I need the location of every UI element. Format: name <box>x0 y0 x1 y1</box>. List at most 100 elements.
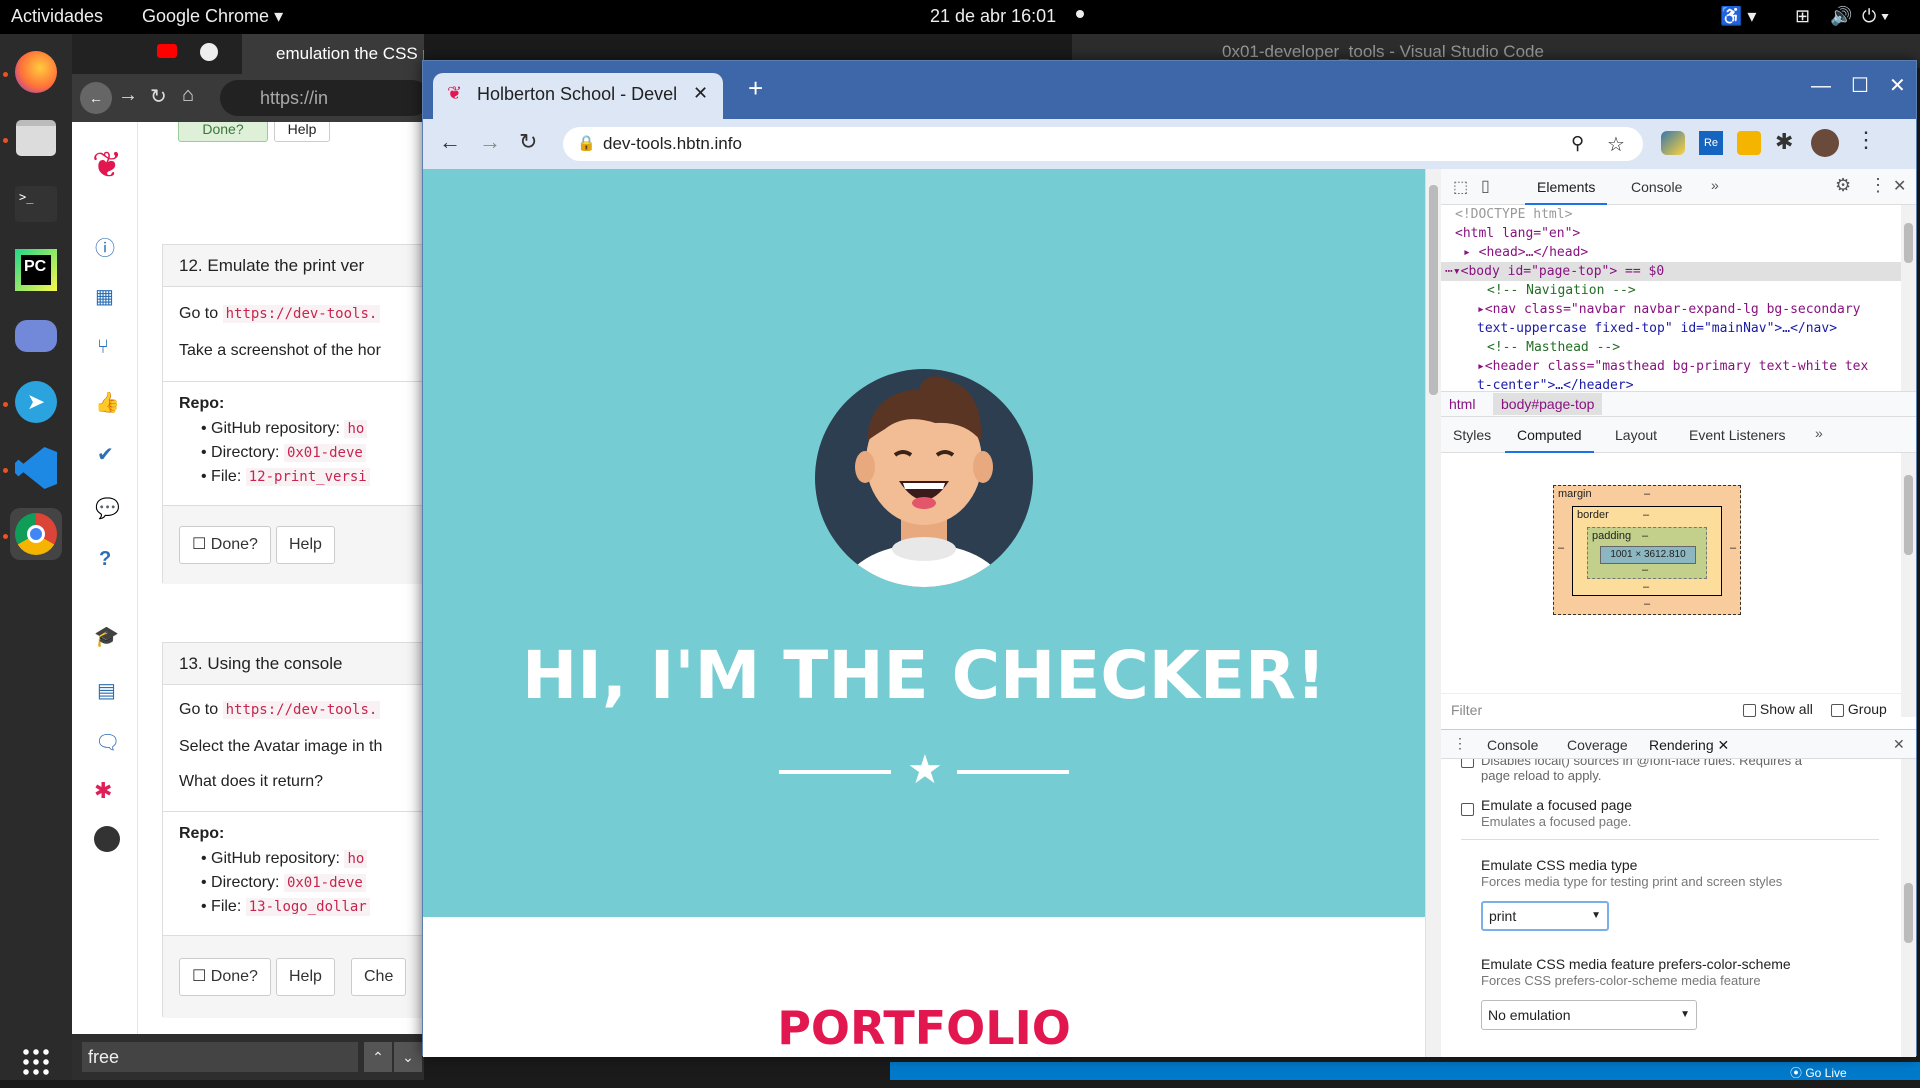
bg-reload-button[interactable]: ↻ <box>150 84 167 109</box>
discord-icon[interactable] <box>10 310 62 362</box>
filter-input[interactable]: Filter <box>1451 702 1482 718</box>
menu-icon[interactable]: ⋮ <box>1855 127 1877 153</box>
show-all-checkbox[interactable]: Show all <box>1743 701 1813 717</box>
box-border[interactable]: border – – padding – – 1001 × 3612.810 <box>1572 506 1722 596</box>
drawer-tab-coverage[interactable]: Coverage <box>1567 737 1628 753</box>
dom-scrollbar[interactable] <box>1901 205 1916 391</box>
reload-button[interactable]: ↻ <box>519 129 537 155</box>
subtab-layout[interactable]: Layout <box>1603 417 1669 453</box>
vscode-icon[interactable] <box>10 442 62 494</box>
box-margin[interactable]: margin – – – – border – – padding – – 10… <box>1553 485 1741 615</box>
dom-comment-nav[interactable]: <!-- Navigation --> <box>1441 281 1901 300</box>
font-face-checkbox[interactable] <box>1461 759 1474 768</box>
more-tabs-icon[interactable]: » <box>1711 177 1719 193</box>
show-apps-icon[interactable] <box>10 1036 62 1088</box>
breadcrumb-html[interactable]: html <box>1449 396 1475 412</box>
maximize-button[interactable]: ☐ <box>1851 73 1869 98</box>
bg-forward-button[interactable]: → <box>118 84 138 107</box>
volume-icon[interactable]: 🔊 <box>1830 6 1852 27</box>
dom-doctype[interactable]: <!DOCTYPE html> <box>1441 205 1901 224</box>
subtab-event-listeners[interactable]: Event Listeners <box>1677 417 1798 453</box>
accessibility-icon[interactable]: ♿ ▾ <box>1720 6 1756 27</box>
close-devtools-icon[interactable]: ✕ <box>1893 176 1906 196</box>
box-content-size[interactable]: 1001 × 3612.810 <box>1600 546 1696 564</box>
tab-holberton[interactable]: ❦ Holberton School - Develo ✕ <box>433 73 723 119</box>
close-rendering-icon[interactable]: ✕ <box>1718 737 1730 753</box>
slack-icon[interactable]: ✱ <box>94 778 112 804</box>
box-padding[interactable]: padding – – 1001 × 3612.810 <box>1587 527 1707 579</box>
zoom-icon[interactable]: ⚲ <box>1571 133 1584 154</box>
bg-active-tab[interactable]: emulation the CSS print <box>242 34 424 74</box>
bg-back-button[interactable]: ← <box>80 82 112 114</box>
power-icon[interactable]: ⏻ ▾ <box>1862 6 1889 27</box>
activities-button[interactable]: Actividades <box>11 6 103 27</box>
extensions-icon[interactable]: ✱ <box>1775 129 1793 155</box>
dom-header[interactable]: ▸<header class="masthead bg-primary text… <box>1441 357 1901 376</box>
subtab-computed[interactable]: Computed <box>1505 417 1594 453</box>
avatar-image[interactable] <box>815 369 1033 587</box>
rendering-scroll-thumb[interactable] <box>1904 883 1913 943</box>
find-prev-button[interactable]: ⌃ <box>364 1042 392 1072</box>
chat-icon[interactable]: 💬 <box>95 496 120 521</box>
prev-help-button[interactable]: Help <box>274 122 330 142</box>
color-scheme-select[interactable]: No emulation ▼ <box>1481 1000 1697 1030</box>
bookmark-star-icon[interactable]: ☆ <box>1607 132 1625 157</box>
dom-comment-masthead[interactable]: <!-- Masthead --> <box>1441 338 1901 357</box>
terminal-icon[interactable]: >_ <box>10 178 62 230</box>
bg-url-bar[interactable]: https://in <box>220 80 430 116</box>
find-next-button[interactable]: ⌄ <box>394 1042 422 1072</box>
group-checkbox[interactable]: Group <box>1831 701 1887 717</box>
computed-scroll-thumb[interactable] <box>1904 475 1913 555</box>
drawer-tab-console[interactable]: Console <box>1487 737 1538 753</box>
task-12-done-button[interactable]: ☐ Done? <box>179 526 271 564</box>
drawer-menu-icon[interactable]: ⋮ <box>1453 735 1467 752</box>
close-window-button[interactable]: ✕ <box>1889 73 1906 98</box>
app-menu[interactable]: Google Chrome ▾ <box>142 6 283 27</box>
forward-button[interactable]: → <box>479 129 501 155</box>
more-subtabs-icon[interactable]: » <box>1815 425 1823 441</box>
task-12-help-button[interactable]: Help <box>276 526 335 564</box>
info-icon[interactable]: ⓘ <box>95 232 115 261</box>
inspect-element-icon[interactable]: ⬚ <box>1453 177 1468 197</box>
tab-elements[interactable]: Elements <box>1525 169 1608 205</box>
help-icon[interactable]: ? <box>99 548 111 571</box>
check-icon[interactable]: ✔ <box>97 442 114 467</box>
task-13-help-button[interactable]: Help <box>276 958 335 996</box>
task-13-done-button[interactable]: ☐ Done? <box>179 958 271 996</box>
settings-gear-icon[interactable]: ⚙ <box>1835 175 1851 196</box>
files-icon[interactable] <box>10 112 62 164</box>
document-icon[interactable]: ▤ <box>97 678 116 703</box>
dom-head[interactable]: ▸ <head>…</head> <box>1441 243 1901 262</box>
media-type-select[interactable]: print ▼ <box>1481 901 1609 931</box>
focused-page-checkbox[interactable] <box>1461 803 1474 816</box>
subtab-styles[interactable]: Styles <box>1441 417 1503 453</box>
go-live-button[interactable]: ⦿ Go Live <box>1790 1064 1847 1081</box>
devtools-menu-icon[interactable]: ⋮ <box>1869 175 1887 196</box>
page-scrollbar[interactable] <box>1425 169 1441 1057</box>
task-12-url[interactable]: https://dev-tools. <box>222 305 381 323</box>
youtube-tab-icon[interactable] <box>157 44 177 58</box>
back-button[interactable]: ← <box>439 129 461 155</box>
firefox-icon[interactable] <box>10 46 62 98</box>
telegram-icon[interactable]: ➤ <box>10 376 62 428</box>
comments-icon[interactable]: 🗨 <box>95 730 120 755</box>
bg-home-button[interactable]: ⌂ <box>182 84 194 107</box>
branch-icon[interactable]: ⑂ <box>97 336 109 359</box>
page-scroll-thumb[interactable] <box>1429 185 1438 395</box>
computed-scrollbar[interactable] <box>1901 453 1916 717</box>
lock-icon[interactable]: 🔒 <box>577 134 596 152</box>
tab-console[interactable]: Console <box>1619 169 1694 205</box>
python-extension-icon[interactable] <box>1661 131 1685 155</box>
close-drawer-icon[interactable]: ✕ <box>1893 736 1905 753</box>
holberton-logo[interactable]: ❦ <box>92 144 122 186</box>
dom-body-selected[interactable]: ⋯▾<body id="page-top"> == $0 <box>1441 262 1901 281</box>
task-13-check-button[interactable]: Che <box>351 958 407 996</box>
github-tab-icon[interactable] <box>200 43 218 61</box>
drive-extension-icon[interactable] <box>1737 131 1761 155</box>
profile-avatar[interactable] <box>1811 129 1839 157</box>
prev-done-button[interactable]: Done? <box>178 122 268 142</box>
calendar-icon[interactable]: ▦ <box>95 284 114 309</box>
graduation-icon[interactable]: 🎓 <box>94 624 119 649</box>
drawer-tab-rendering[interactable]: Rendering ✕ <box>1649 737 1729 754</box>
new-tab-button[interactable]: + <box>748 73 763 104</box>
